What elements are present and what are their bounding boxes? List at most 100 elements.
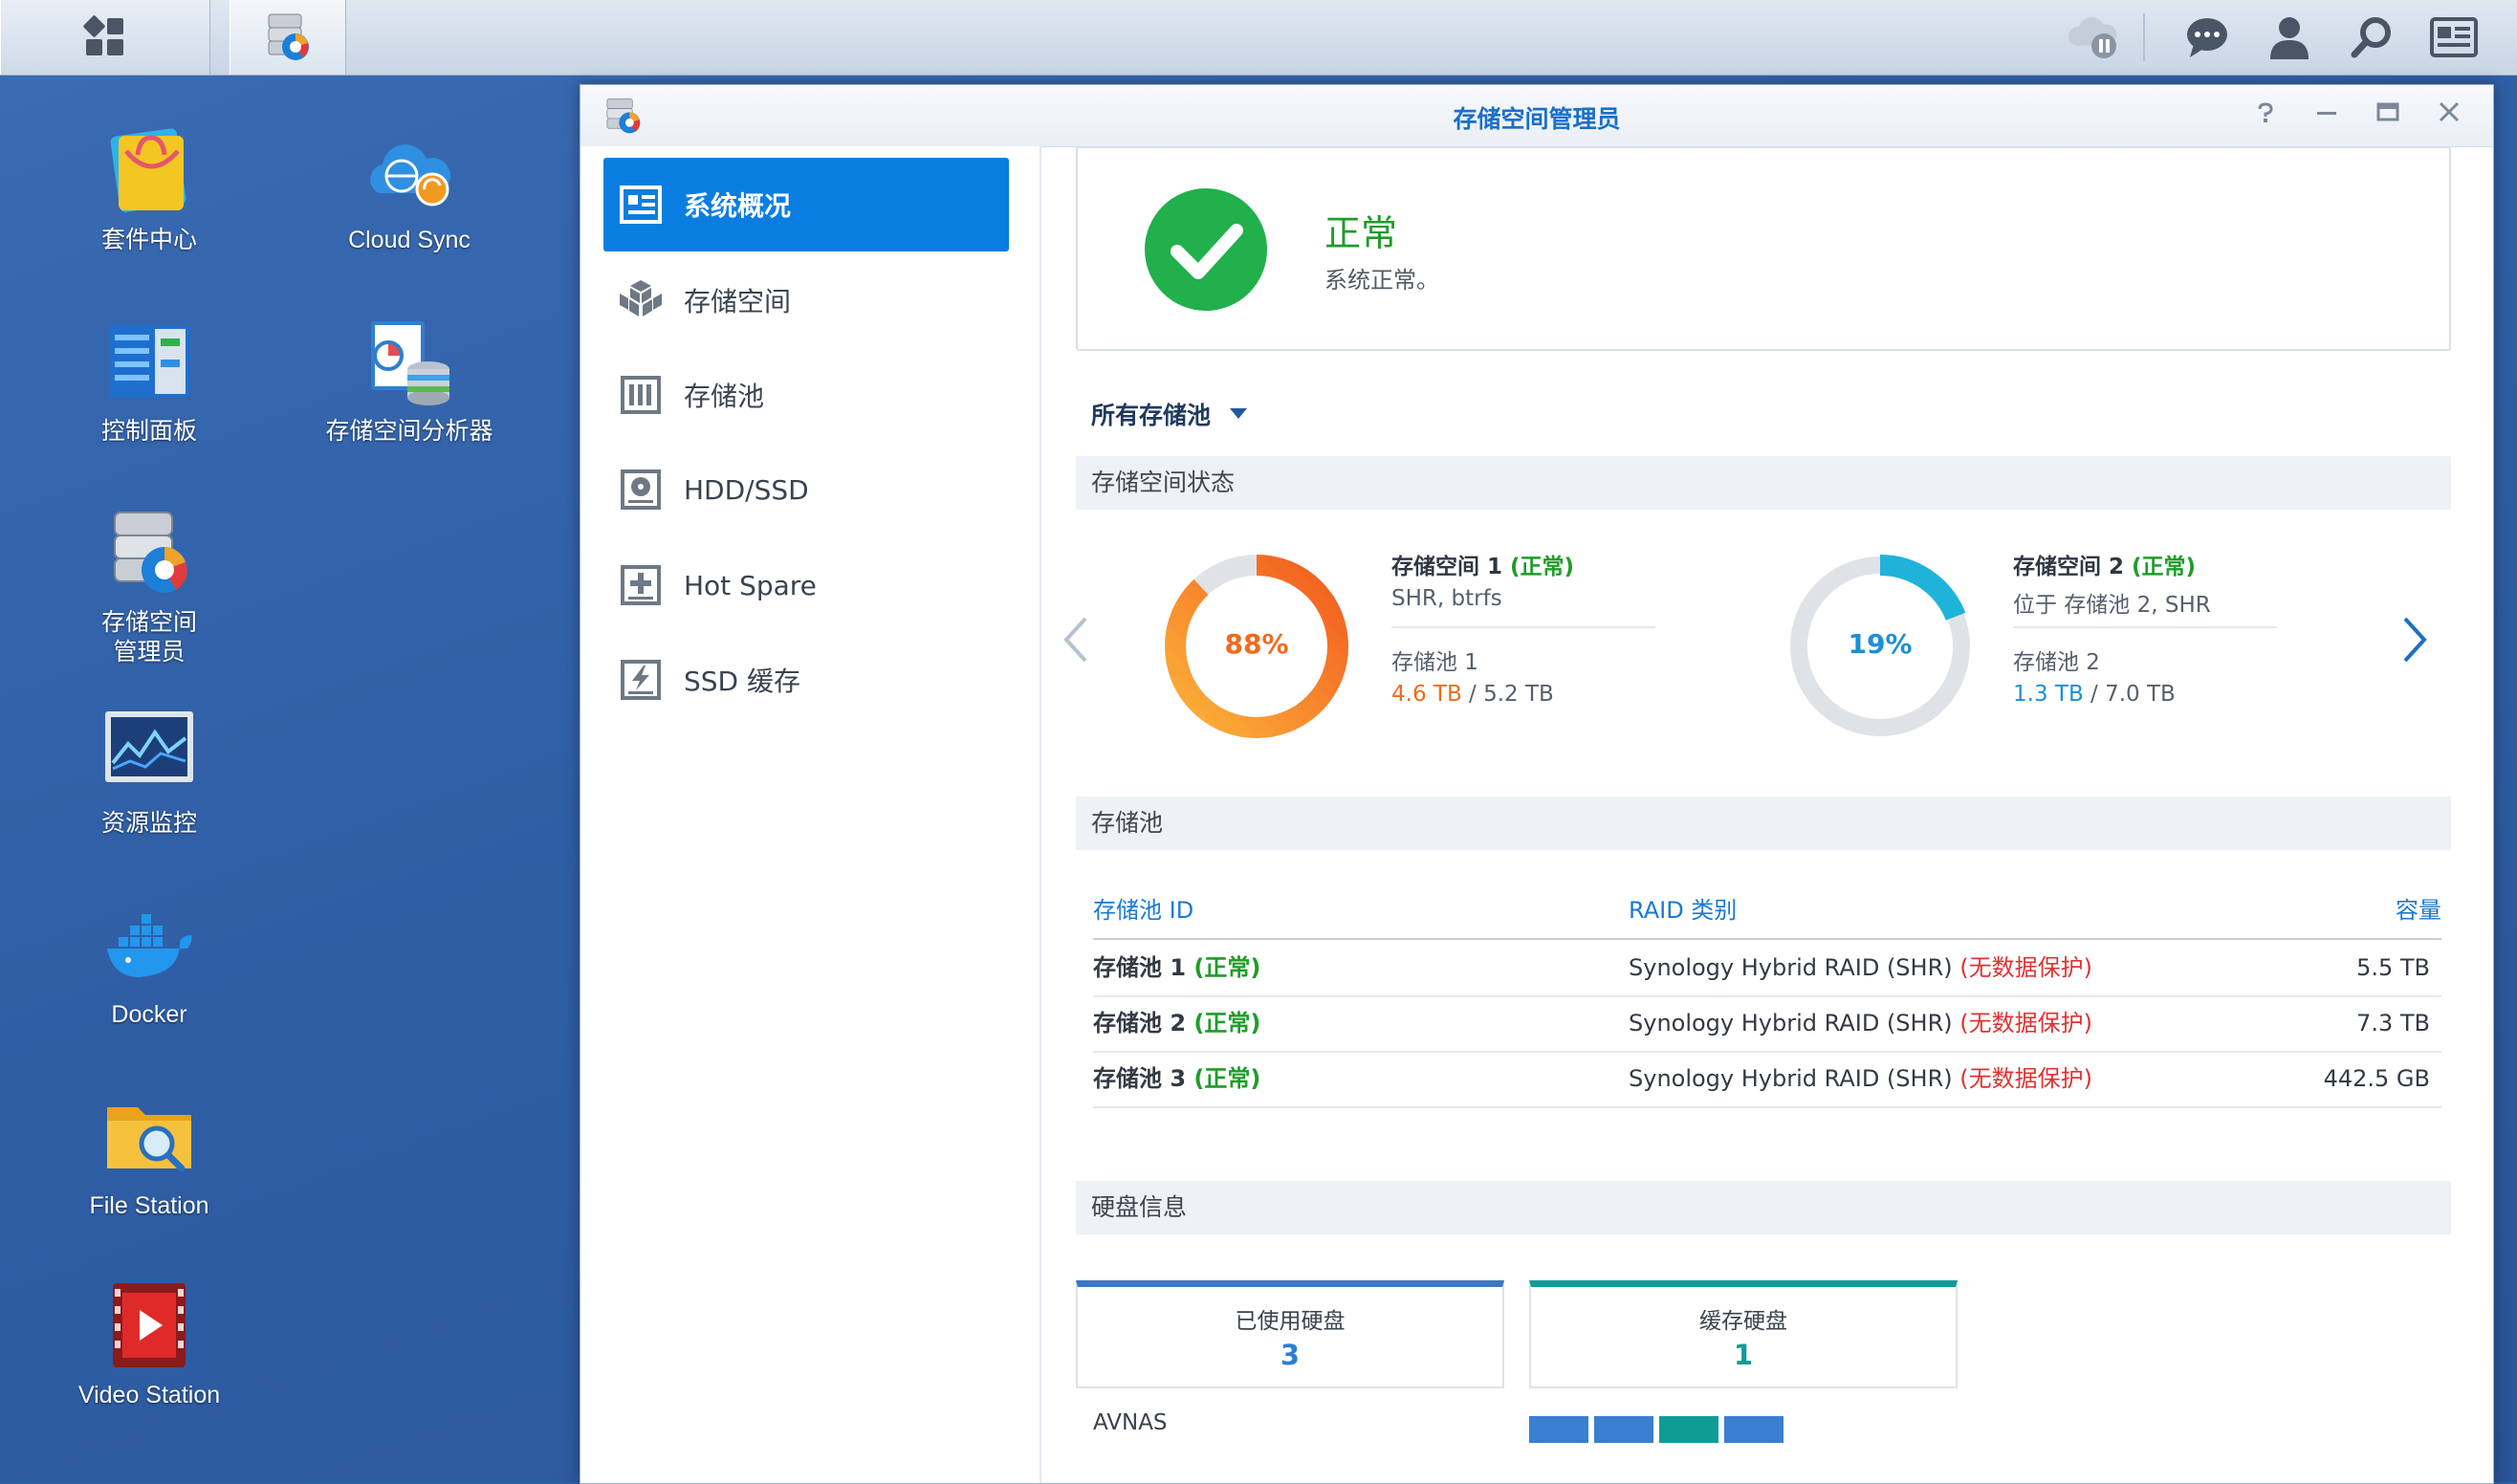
raid-cell: Synology Hybrid RAID (SHR) (无数据保护) bbox=[1629, 995, 2092, 1051]
status-description: 系统正常。 bbox=[1324, 267, 1439, 294]
pool-name-cell: 存储池 1 (正常) bbox=[1093, 940, 1260, 995]
desktop-icon-video-station[interactable]: Video Station bbox=[44, 1277, 254, 1410]
disk-slot[interactable] bbox=[1659, 1416, 1718, 1443]
raid-warning: (无数据保护) bbox=[1959, 1010, 2092, 1037]
sidebar-item-label: 系统概况 bbox=[684, 190, 792, 222]
video-station-icon bbox=[113, 1283, 186, 1367]
pool-name: 存储池 3 bbox=[1093, 1065, 1187, 1092]
desktop-icon-docker[interactable]: Docker bbox=[44, 897, 254, 1030]
check-circle-icon bbox=[1145, 188, 1267, 311]
desktop-icon-resource-monitor[interactable]: 资源监控 bbox=[44, 706, 254, 839]
minimize-button[interactable] bbox=[2309, 98, 2344, 133]
storage-manager-icon bbox=[114, 512, 187, 593]
volume-status-1: 正常 bbox=[1520, 555, 1565, 579]
table-row[interactable]: 存储池 2 (正常) Synology Hybrid RAID (SHR) (无… bbox=[1093, 995, 2441, 1053]
package-center-icon bbox=[110, 128, 186, 212]
capacity-cell: 442.5 GB bbox=[2323, 1065, 2430, 1092]
disk-icon bbox=[619, 468, 663, 512]
desktop-icon-storage-manager[interactable]: 存储空间 管理员 bbox=[44, 505, 254, 667]
status-paren-open: ( bbox=[1193, 1010, 1205, 1037]
disk-slot[interactable] bbox=[1594, 1416, 1653, 1443]
sidebar-item-label: Hot Spare bbox=[684, 569, 817, 601]
sidebar-item-volume[interactable]: 存储空间 bbox=[603, 253, 1009, 347]
sidebar-item-storage-pool[interactable]: 存储池 bbox=[603, 348, 1009, 442]
window-titlebar[interactable]: 存储空间管理员 bbox=[580, 85, 2493, 147]
desktop-icon-label-line2: 管理员 bbox=[113, 639, 186, 666]
sidebar-item-label: HDD/SSD bbox=[684, 473, 809, 506]
divider bbox=[1391, 626, 1655, 628]
volume-pool-1: 存储池 1 bbox=[1391, 650, 1478, 675]
pool-name: 存储池 1 bbox=[1093, 954, 1187, 981]
capacity-cell: 7.3 TB bbox=[2356, 1010, 2430, 1037]
raid-cell: Synology Hybrid RAID (SHR) (无数据保护) bbox=[1629, 940, 2092, 995]
pool-name-cell: 存储池 2 (正常) bbox=[1093, 995, 1260, 1051]
desktop-icon-control-panel[interactable]: 控制面板 bbox=[44, 314, 254, 447]
pool-status: 正常 bbox=[1204, 1065, 1251, 1092]
user-button[interactable] bbox=[2251, 0, 2328, 75]
disk-info-heading: 硬盘信息 bbox=[1076, 1181, 2451, 1234]
volume-pool-2: 存储池 2 bbox=[2013, 650, 2100, 675]
main-menu-button[interactable] bbox=[0, 0, 210, 75]
pool-filter-dropdown[interactable]: 所有存储池 bbox=[1091, 397, 1248, 431]
status-paren-open: ( bbox=[1193, 1065, 1205, 1092]
disk-slot[interactable] bbox=[1529, 1416, 1588, 1443]
cloud-pause-button[interactable] bbox=[2054, 0, 2131, 75]
volume-used-1: 4.6 TB bbox=[1391, 682, 1462, 707]
chat-button[interactable] bbox=[2169, 0, 2245, 75]
next-arrow-icon[interactable] bbox=[2399, 615, 2432, 665]
desktop-icon-label: File Station bbox=[89, 1192, 209, 1219]
hotspare-icon bbox=[619, 563, 663, 607]
volume-detail-1: SHR, btrfs bbox=[1391, 586, 1502, 611]
window-title: 存储空间管理员 bbox=[1453, 105, 1621, 133]
volume-capacity-1: 4.6 TB / 5.2 TB bbox=[1391, 682, 1554, 707]
desktop-icon-label: Cloud Sync bbox=[348, 227, 471, 253]
desktop-icon-cloud-sync[interactable]: Cloud Sync bbox=[304, 122, 514, 255]
raid-type: Synology Hybrid RAID (SHR) bbox=[1629, 1065, 1953, 1092]
volume-status-heading: 存储空间状态 bbox=[1076, 456, 2451, 510]
chat-icon bbox=[2187, 18, 2227, 57]
file-station-icon bbox=[107, 1107, 191, 1172]
volume-name-1: 存储空间 1 (正常) bbox=[1391, 548, 1574, 580]
host-name: AVNAS bbox=[1093, 1410, 1168, 1435]
table-row[interactable]: 存储池 3 (正常) Synology Hybrid RAID (SHR) (无… bbox=[1093, 1051, 2441, 1108]
cloud-pause-icon bbox=[2068, 17, 2117, 58]
pool-status: 正常 bbox=[1204, 1010, 1251, 1037]
desktop-icon-label: Video Station bbox=[77, 1382, 221, 1408]
used-disks-card[interactable]: 已使用硬盘 3 bbox=[1076, 1280, 1504, 1388]
column-header-pool-id[interactable]: 存储池 ID bbox=[1093, 883, 1193, 938]
search-button[interactable] bbox=[2333, 0, 2410, 75]
table-row[interactable]: 存储池 1 (正常) Synology Hybrid RAID (SHR) (无… bbox=[1093, 940, 2441, 997]
table-header-row: 存储池 ID RAID 类别 容量 bbox=[1093, 883, 2441, 940]
desktop-icon-storage-analyzer[interactable]: 存储空间分析器 bbox=[304, 314, 514, 447]
grid-icon bbox=[83, 15, 123, 55]
desktop-icon-package-center[interactable]: 套件中心 bbox=[44, 122, 254, 255]
sidebar: 系统概况 存储空间 存储池 HDD/SSD Hot Spare SSD 缓存 bbox=[580, 146, 1041, 1483]
sidebar-item-label: 存储空间 bbox=[684, 286, 792, 317]
widgets-button[interactable] bbox=[2416, 0, 2492, 75]
column-header-capacity[interactable]: 容量 bbox=[2396, 883, 2441, 938]
column-header-raid[interactable]: RAID 类别 bbox=[1629, 883, 1737, 938]
raid-type: Synology Hybrid RAID (SHR) bbox=[1629, 1010, 1953, 1037]
help-button[interactable] bbox=[2248, 98, 2283, 133]
taskbar-storage-manager-button[interactable] bbox=[230, 0, 346, 75]
volume-name-text: 存储空间 1 bbox=[1391, 555, 1503, 579]
taskbar bbox=[0, 0, 2517, 76]
status-title: 正常 bbox=[1324, 212, 1398, 254]
close-button[interactable] bbox=[2432, 98, 2466, 133]
cache-disks-card[interactable]: 缓存硬盘 1 bbox=[1529, 1280, 1958, 1388]
volume-status-2: 正常 bbox=[2141, 555, 2186, 579]
sidebar-item-hdd-ssd[interactable]: HDD/SSD bbox=[603, 443, 1009, 536]
desktop-icon-file-station[interactable]: File Station bbox=[44, 1088, 254, 1221]
maximize-button[interactable] bbox=[2371, 98, 2405, 133]
sidebar-item-ssd-cache[interactable]: SSD 缓存 bbox=[603, 633, 1009, 727]
docker-icon bbox=[107, 914, 192, 977]
disk-slot[interactable] bbox=[1724, 1416, 1784, 1443]
status-paren-close: ) bbox=[1564, 555, 1575, 579]
prev-arrow-icon[interactable] bbox=[1059, 615, 1091, 665]
volume-percent-1: 88% bbox=[1224, 628, 1289, 660]
user-icon bbox=[2270, 17, 2309, 59]
status-paren-open: ( bbox=[1510, 555, 1521, 579]
minimize-icon bbox=[2317, 112, 2336, 115]
sidebar-item-overview[interactable]: 系统概况 bbox=[603, 158, 1009, 251]
sidebar-item-hot-spare[interactable]: Hot Spare bbox=[603, 538, 1009, 632]
